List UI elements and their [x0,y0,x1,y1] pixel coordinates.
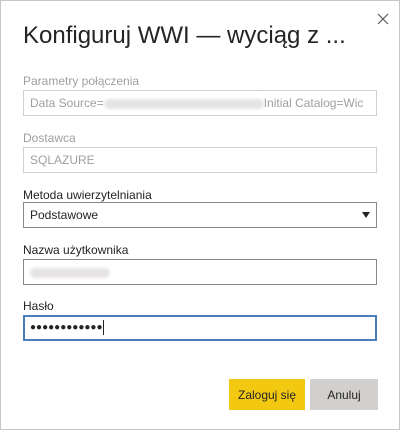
auth-method-select[interactable]: Podstawowe [23,202,377,228]
dialog-title: Konfiguruj WWI — wyciąg z ... [23,22,346,49]
auth-method-label: Metoda uwierzytelniania [23,188,152,202]
redacted-server-name [103,98,264,109]
password-input[interactable]: ●●●●●●●●●●●● [23,315,377,341]
credentials-dialog: Konfiguruj WWI — wyciąg z ... Parametry … [0,0,400,430]
connection-string-suffix: Initial Catalog=Wic [263,96,364,110]
username-label: Nazwa użytkownika [23,243,129,257]
connection-string-field: Data Source= Initial Catalog=Wic [23,90,377,116]
redacted-username [30,267,110,278]
username-input[interactable] [23,259,377,285]
provider-label: Dostawca [23,131,76,145]
password-value: ●●●●●●●●●●●● [30,322,103,333]
password-label: Hasło [23,299,54,313]
connection-string-label: Parametry połączenia [23,74,140,88]
provider-field: SQLAZURE [23,147,377,173]
sign-in-button[interactable]: Zaloguj się [229,379,305,410]
close-icon [377,13,389,25]
connection-string-prefix: Data Source= [30,96,104,110]
cancel-button[interactable]: Anuluj [310,379,378,410]
auth-method-value: Podstawowe [30,208,99,222]
chevron-down-icon [362,212,370,218]
close-button[interactable] [373,9,393,29]
text-caret [103,319,105,335]
